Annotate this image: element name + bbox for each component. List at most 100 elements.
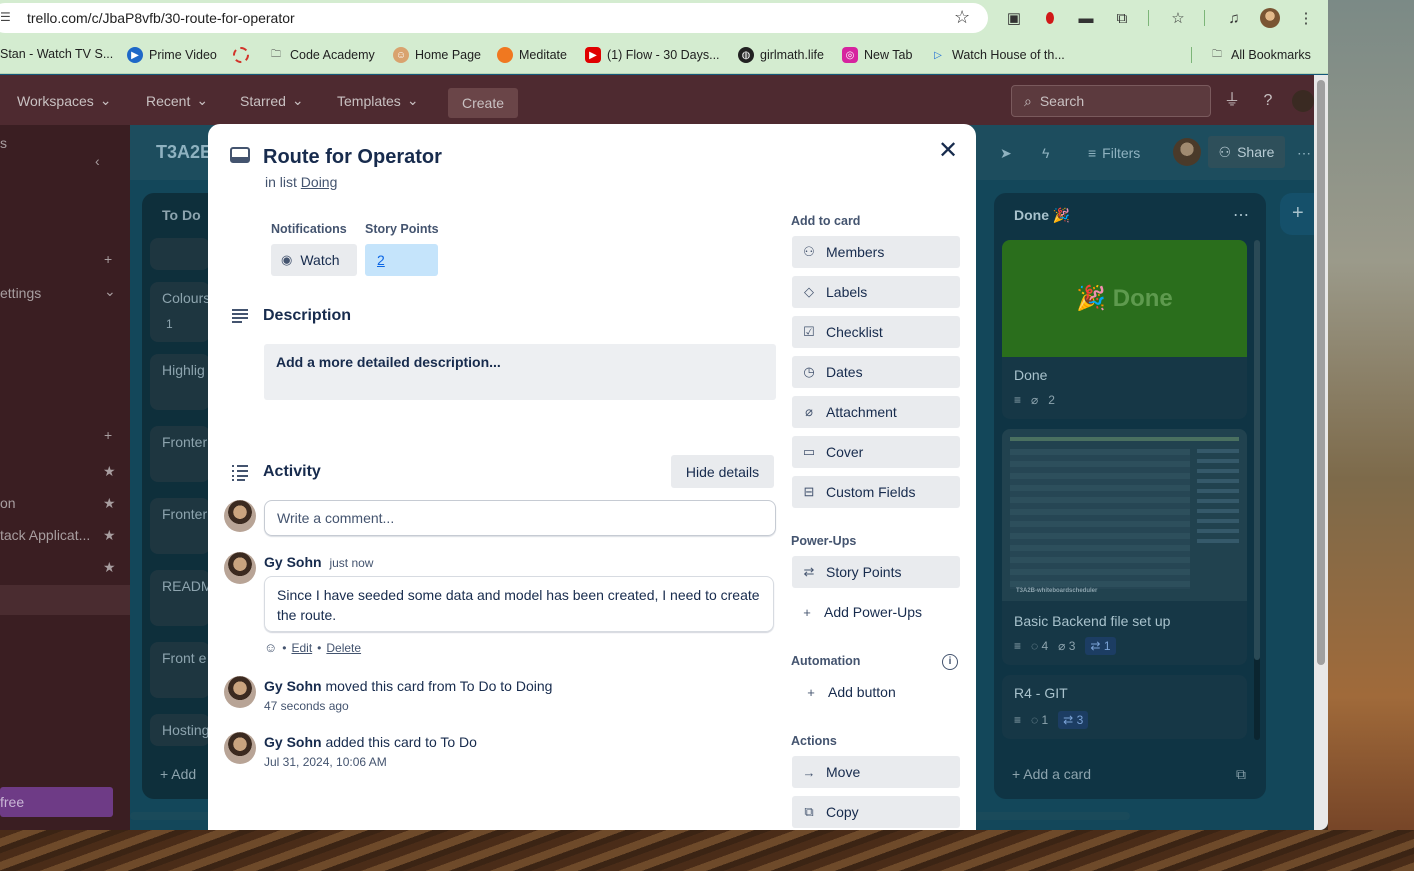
- star-icon[interactable]: ★: [103, 463, 116, 480]
- list-card[interactable]: Fronter: [150, 498, 210, 554]
- share-button[interactable]: ⚇ Share: [1208, 136, 1285, 168]
- members-button[interactable]: ⚇ Members: [792, 236, 960, 268]
- list-card[interactable]: Highlig: [150, 354, 210, 410]
- activity-time[interactable]: just now: [329, 556, 373, 570]
- adblock-icon[interactable]: ⬮: [1040, 8, 1060, 28]
- list-title[interactable]: To Do: [162, 207, 201, 223]
- bookmark-girlmath[interactable]: ◍ girlmath.life: [738, 47, 824, 63]
- chevron-down-icon[interactable]: ⌄: [104, 283, 116, 300]
- profile-avatar[interactable]: [1260, 8, 1280, 28]
- sidebar-item-board[interactable]: on: [0, 495, 16, 511]
- watch-button[interactable]: ◉ Watch: [271, 244, 357, 276]
- bookmark-meditate[interactable]: Meditate: [497, 47, 567, 63]
- activity-time[interactable]: 47 seconds ago: [264, 699, 349, 713]
- card-cover[interactable]: 🎉 Done: [1002, 240, 1247, 357]
- more-menu-icon[interactable]: ⋮: [1296, 8, 1316, 28]
- list-link[interactable]: Doing: [301, 174, 338, 190]
- avatar[interactable]: [224, 732, 256, 764]
- password-icon[interactable]: ▬: [1076, 8, 1096, 28]
- list-card[interactable]: Front e: [150, 642, 210, 698]
- bookmark-generic[interactable]: [233, 47, 249, 63]
- sidebar-active-board[interactable]: [0, 585, 130, 615]
- sidebar-item[interactable]: s: [0, 135, 7, 151]
- site-settings-icon[interactable]: ☰: [0, 10, 14, 24]
- board-title[interactable]: T3A2E: [156, 142, 212, 163]
- star-icon[interactable]: ★: [103, 527, 116, 544]
- copy-button[interactable]: ⧉ Copy: [792, 796, 960, 828]
- all-bookmarks-folder[interactable]: 🗀 All Bookmarks: [1209, 47, 1311, 63]
- labels-button[interactable]: ◇ Labels: [792, 276, 960, 308]
- story-points-value[interactable]: 2: [365, 244, 438, 276]
- collapse-sidebar-icon[interactable]: ‹: [95, 153, 100, 169]
- add-reaction-icon[interactable]: ☺: [264, 640, 277, 655]
- dates-button[interactable]: ◷ Dates: [792, 356, 960, 388]
- activity-user[interactable]: Gy Sohn: [264, 734, 322, 750]
- member-avatar[interactable]: [1173, 138, 1201, 166]
- list-card[interactable]: [150, 238, 210, 270]
- bookmarks-icon[interactable]: ☆: [1168, 8, 1188, 28]
- star-icon[interactable]: ★: [103, 559, 116, 576]
- star-icon[interactable]: ★: [103, 495, 116, 512]
- list-card[interactable]: Colours 1: [150, 282, 210, 342]
- power-ups-icon[interactable]: ➤: [1000, 139, 1012, 167]
- list-card[interactable]: T3A2B-whiteboardscheduler Basic Backend …: [1002, 429, 1247, 665]
- card-title[interactable]: Route for Operator: [263, 146, 442, 169]
- move-button[interactable]: → Move: [792, 756, 960, 788]
- add-button-button[interactable]: + Add button: [792, 676, 960, 708]
- description-input[interactable]: Add a more detailed description...: [264, 344, 776, 400]
- add-power-ups-button[interactable]: + Add Power-Ups: [792, 596, 960, 628]
- activity-time[interactable]: Jul 31, 2024, 10:06 AM: [264, 755, 387, 769]
- extension-icon[interactable]: ▣: [1004, 8, 1024, 28]
- sidebar-item-settings[interactable]: ettings: [0, 285, 41, 301]
- list-card[interactable]: Hosting: [150, 714, 210, 746]
- list-card[interactable]: R4 - GIT ≡ ◌ 1 ⇄ 3: [1002, 675, 1247, 739]
- filters-button[interactable]: ≡ Filters: [1088, 139, 1140, 167]
- add-board-icon[interactable]: +: [104, 427, 112, 443]
- templates-menu[interactable]: Templates ⌄: [337, 92, 419, 109]
- bookmark-home-page[interactable]: ☺ Home Page: [393, 47, 481, 63]
- bookmark-stan[interactable]: Stan - Watch TV S...: [0, 47, 113, 61]
- create-from-template-icon[interactable]: ⧉: [1236, 766, 1246, 783]
- sidebar-item-board[interactable]: tack Applicat...: [0, 527, 90, 543]
- attachment-button[interactable]: ⌀ Attachment: [792, 396, 960, 428]
- account-avatar[interactable]: [1292, 90, 1314, 112]
- bookmark-new-tab[interactable]: ◎ New Tab: [842, 47, 912, 63]
- media-icon[interactable]: ♫: [1224, 8, 1244, 28]
- avatar[interactable]: [224, 676, 256, 708]
- list-scrollbar-thumb[interactable]: [1254, 240, 1260, 660]
- automation-icon[interactable]: ϟ: [1042, 139, 1049, 167]
- comment-input[interactable]: Write a comment...: [264, 500, 776, 536]
- try-free-button[interactable]: free: [0, 787, 113, 817]
- notifications-icon[interactable]: ⏚: [1221, 90, 1243, 112]
- add-card-button[interactable]: + Add a card: [1012, 766, 1091, 782]
- url-text[interactable]: trello.com/c/JbaP8vfb/30-route-for-opera…: [27, 10, 295, 26]
- bookmark-code-academy[interactable]: 🗀 Code Academy: [268, 47, 375, 63]
- list-card[interactable]: Fronter: [150, 426, 210, 482]
- delete-comment-link[interactable]: Delete: [326, 641, 361, 655]
- cover-button[interactable]: ▭ Cover: [792, 436, 960, 468]
- page-scrollbar-thumb[interactable]: [1317, 80, 1325, 665]
- list-title[interactable]: Done 🎉: [1014, 207, 1070, 224]
- avatar[interactable]: [224, 552, 256, 584]
- bookmark-house-of-the-dragon[interactable]: ▷ Watch House of th...: [930, 47, 1065, 63]
- create-button[interactable]: Create: [448, 88, 518, 118]
- custom-fields-button[interactable]: ⊟ Custom Fields: [792, 476, 960, 508]
- activity-user[interactable]: Gy Sohn: [264, 554, 322, 570]
- help-icon[interactable]: ?: [1257, 90, 1279, 112]
- add-icon[interactable]: +: [104, 251, 112, 267]
- edit-comment-link[interactable]: Edit: [291, 641, 312, 655]
- list-card[interactable]: READM: [150, 570, 213, 626]
- bookmark-prime-video[interactable]: ▶ Prime Video: [127, 47, 217, 63]
- activity-user[interactable]: Gy Sohn: [264, 678, 322, 694]
- workspaces-menu[interactable]: Workspaces ⌄: [17, 92, 112, 109]
- checklist-button[interactable]: ☑ Checklist: [792, 316, 960, 348]
- board-menu-icon[interactable]: ⋯: [1297, 139, 1311, 167]
- recent-menu[interactable]: Recent ⌄: [146, 92, 208, 109]
- list-card[interactable]: Done ≡ ⌀ 2: [1002, 357, 1247, 419]
- starred-menu[interactable]: Starred ⌄: [240, 92, 304, 109]
- extensions-puzzle-icon[interactable]: ⧉: [1112, 8, 1132, 28]
- add-card-button[interactable]: + Add: [160, 766, 196, 782]
- list-menu-icon[interactable]: ⋯: [1233, 205, 1249, 225]
- search-input[interactable]: ⌕ Search: [1011, 85, 1211, 117]
- bookmark-flow[interactable]: ▶ (1) Flow - 30 Days...: [585, 47, 720, 63]
